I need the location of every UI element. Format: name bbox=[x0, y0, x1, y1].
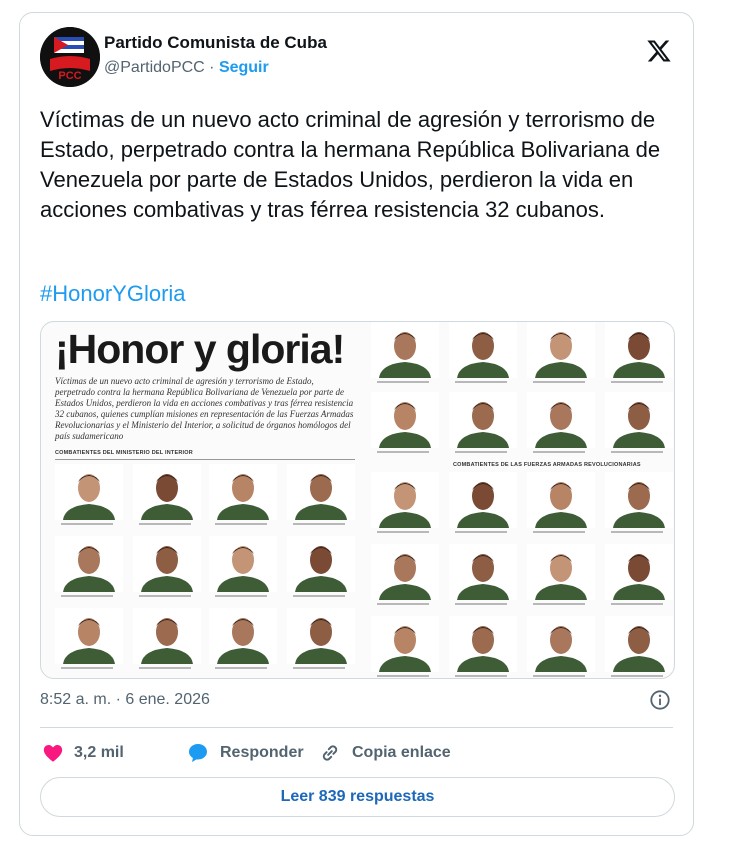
portrait-photo bbox=[287, 536, 355, 592]
handle-line: @PartidoPCC · Seguir bbox=[104, 59, 327, 77]
portrait-caption bbox=[61, 595, 113, 597]
portrait-caption bbox=[377, 381, 429, 383]
portrait-photo bbox=[605, 472, 673, 528]
x-logo-icon[interactable] bbox=[645, 37, 673, 65]
portrait-photo bbox=[133, 608, 201, 664]
portrait-caption bbox=[533, 603, 585, 605]
portrait-photo bbox=[209, 608, 277, 664]
copy-link-label: Copia enlace bbox=[352, 744, 451, 761]
divider bbox=[40, 727, 673, 728]
portrait-caption bbox=[377, 451, 429, 453]
portrait-photo bbox=[371, 544, 439, 600]
portrait-photo bbox=[449, 616, 517, 672]
link-icon bbox=[322, 745, 338, 761]
portrait-caption bbox=[215, 595, 267, 597]
portrait-caption bbox=[377, 675, 429, 677]
portrait-photo bbox=[371, 472, 439, 528]
portrait-caption bbox=[215, 667, 267, 669]
portrait-photo bbox=[527, 392, 595, 448]
portrait-caption bbox=[215, 523, 267, 525]
timestamp[interactable]: 8:52 a. m. · 6 ene. 2026 bbox=[40, 691, 210, 709]
portrait-caption bbox=[611, 675, 663, 677]
section-rule bbox=[55, 459, 355, 460]
portrait-photo bbox=[605, 544, 673, 600]
portrait-caption bbox=[611, 531, 663, 533]
portrait-photo bbox=[605, 616, 673, 672]
portrait-caption bbox=[455, 603, 507, 605]
portrait-photo bbox=[287, 608, 355, 664]
portrait-caption bbox=[455, 451, 507, 453]
portrait-photo bbox=[287, 464, 355, 520]
svg-text:PCC: PCC bbox=[58, 70, 81, 82]
reply-button[interactable]: Responder bbox=[186, 739, 304, 767]
portrait-photo bbox=[55, 536, 123, 592]
portrait-caption bbox=[377, 531, 429, 533]
portrait-caption bbox=[611, 603, 663, 605]
portrait-photo bbox=[527, 472, 595, 528]
portrait-photo bbox=[527, 322, 595, 378]
portrait-caption bbox=[611, 381, 663, 383]
portrait-photo bbox=[371, 322, 439, 378]
portrait-photo bbox=[133, 464, 201, 520]
portrait-caption bbox=[533, 451, 585, 453]
hashtag-link[interactable]: #HonorYGloria bbox=[40, 281, 186, 307]
handle[interactable]: @PartidoPCC bbox=[104, 59, 205, 76]
portrait-photo bbox=[527, 616, 595, 672]
portrait-caption bbox=[293, 667, 345, 669]
separator: · bbox=[204, 59, 219, 76]
portrait-photo bbox=[55, 464, 123, 520]
portrait-photo bbox=[55, 608, 123, 664]
portrait-caption bbox=[455, 381, 507, 383]
portrait-caption bbox=[377, 603, 429, 605]
portrait-photo bbox=[605, 392, 673, 448]
portrait-photo bbox=[371, 392, 439, 448]
reply-bubble-icon bbox=[189, 744, 207, 762]
portrait-photo bbox=[133, 536, 201, 592]
heart-icon bbox=[43, 745, 63, 762]
avatar[interactable]: PCC bbox=[40, 27, 100, 87]
poster-body: Víctimas de un nuevo acto criminal de ag… bbox=[55, 376, 354, 441]
portrait-caption bbox=[139, 667, 191, 669]
portrait-photo bbox=[527, 544, 595, 600]
copy-link-button[interactable]: Copia enlace bbox=[318, 739, 451, 767]
portrait-caption bbox=[455, 531, 507, 533]
pcc-logo-icon: PCC bbox=[40, 27, 100, 87]
tweet-header: PCC Partido Comunista de Cuba @PartidoPC… bbox=[40, 27, 673, 89]
portrait-photo bbox=[605, 322, 673, 378]
reply-label: Responder bbox=[220, 744, 304, 761]
poster-title: ¡Honor y gloria! bbox=[55, 326, 345, 372]
read-replies-button[interactable]: Leer 839 respuestas bbox=[40, 777, 675, 817]
portrait-caption bbox=[455, 675, 507, 677]
portrait-caption bbox=[533, 531, 585, 533]
display-name[interactable]: Partido Comunista de Cuba bbox=[104, 33, 327, 53]
portrait-caption bbox=[61, 523, 113, 525]
portrait-photo bbox=[371, 616, 439, 672]
portrait-photo bbox=[209, 464, 277, 520]
tweet-text: Víctimas de un nuevo acto criminal de ag… bbox=[40, 107, 661, 222]
portrait-photo bbox=[209, 536, 277, 592]
info-icon[interactable] bbox=[649, 689, 671, 711]
action-bar: 3,2 mil Responder Copia enlace bbox=[40, 739, 675, 769]
portrait-caption bbox=[533, 675, 585, 677]
tweet-card: PCC Partido Comunista de Cuba @PartidoPC… bbox=[19, 12, 694, 836]
portrait-caption bbox=[61, 667, 113, 669]
section-label-far: COMBATIENTES DE LAS FUERZAS ARMADAS REVO… bbox=[453, 462, 641, 468]
like-count: 3,2 mil bbox=[74, 744, 124, 761]
portrait-photo bbox=[449, 322, 517, 378]
portrait-caption bbox=[139, 523, 191, 525]
like-button[interactable]: 3,2 mil bbox=[42, 739, 124, 767]
portrait-photo bbox=[449, 392, 517, 448]
portrait-photo bbox=[449, 472, 517, 528]
portrait-caption bbox=[611, 451, 663, 453]
portrait-caption bbox=[293, 595, 345, 597]
tweet-image[interactable]: ¡Honor y gloria! Víctimas de un nuevo ac… bbox=[40, 321, 675, 679]
section-label-minint: COMBATIENTES DEL MINISTERIO DEL INTERIOR bbox=[55, 450, 193, 456]
follow-button[interactable]: Seguir bbox=[219, 59, 269, 76]
portrait-caption bbox=[533, 381, 585, 383]
portrait-caption bbox=[293, 523, 345, 525]
portrait-caption bbox=[139, 595, 191, 597]
portrait-photo bbox=[449, 544, 517, 600]
